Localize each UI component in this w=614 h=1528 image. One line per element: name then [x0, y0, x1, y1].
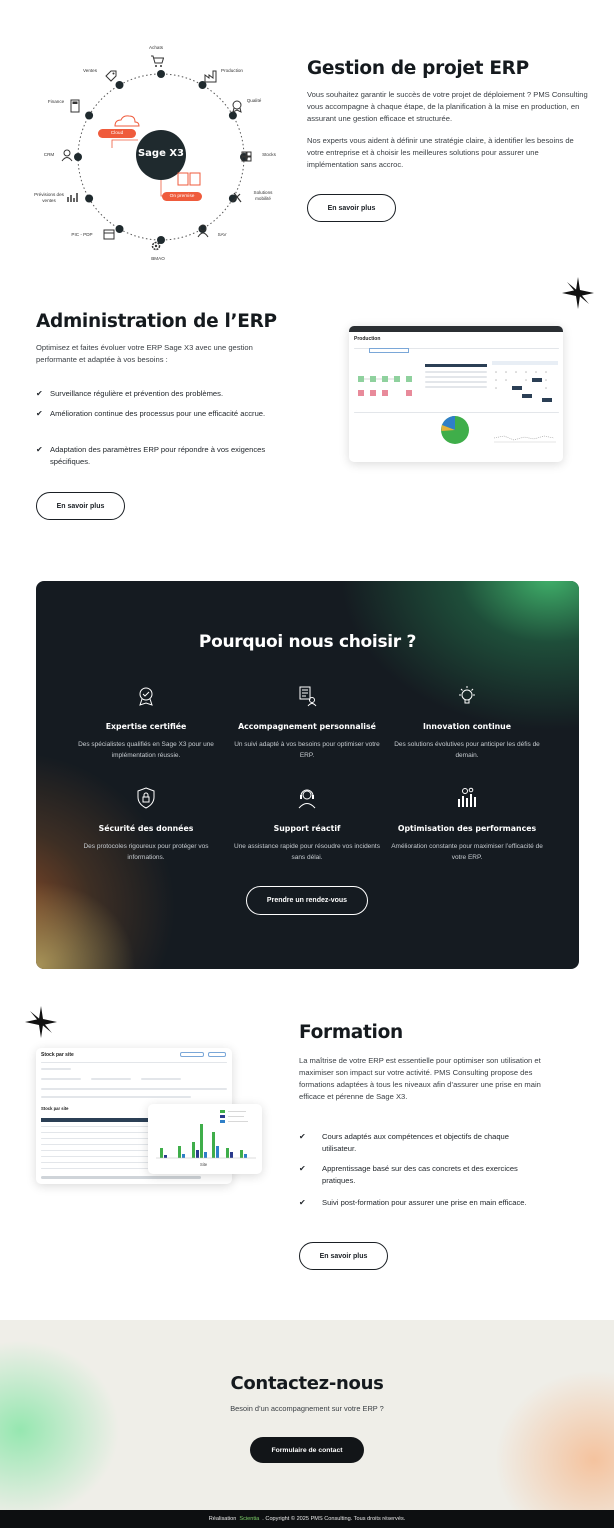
- node-label-pic-pdp: PIC - PDP: [71, 232, 93, 237]
- sparkle-icon: [25, 1006, 57, 1038]
- erp-diagram: Sage X3 Cloud On premise Achats Producti…: [34, 40, 280, 270]
- stock-screenshot-title: Stock par site: [41, 1052, 74, 1058]
- feature-expertise: Expertise certifiée Des spécialistes qua…: [66, 685, 226, 761]
- why-title: Pourquoi nous choisir ?: [198, 632, 417, 652]
- headset-agent-icon: [298, 789, 316, 809]
- performance-chart-icon: [458, 787, 476, 807]
- contact-form-button[interactable]: Formulaire de contact: [250, 1437, 364, 1463]
- sales-forecast-icon: [66, 190, 80, 204]
- stock-bar-chart-card: Site: [148, 1104, 262, 1174]
- feature-optimisation: Optimisation des performances Améliorati…: [387, 787, 547, 863]
- gestion-learn-more-button[interactable]: En savoir plus: [307, 194, 396, 222]
- production-screenshot: Production: [349, 326, 563, 462]
- sage-x3-label: Sage X3: [137, 148, 185, 159]
- formation-learn-more-button[interactable]: En savoir plus: [299, 1242, 388, 1270]
- check-icon: ✔: [299, 1198, 306, 1207]
- sales-tag-icon: [104, 69, 118, 83]
- gestion-title: Gestion de projet ERP: [307, 58, 529, 79]
- administration-item: ✔ Surveillance régulière et prévention de…: [36, 389, 224, 398]
- administration-title: Administration de l’ERP: [36, 311, 277, 332]
- node-label-previsions-ventes: Prévisions des ventes: [34, 192, 64, 203]
- feature-support: Support réactif Une assistance rapide po…: [227, 787, 387, 863]
- production-screenshot-title: Production: [354, 336, 381, 342]
- gestion-paragraph-2: Nos experts vous aident à définir une st…: [307, 136, 574, 169]
- node-label-achats: Achats: [148, 45, 164, 50]
- check-icon: ✔: [36, 445, 43, 454]
- node-label-stocks: Stocks: [262, 152, 276, 157]
- lightbulb-icon: [459, 686, 475, 704]
- stock-table-title: Stock par site: [41, 1106, 69, 1111]
- footer-copyright: . Copyright © 2025 PMS Consulting. Tous …: [262, 1516, 406, 1522]
- administration-item: ✔ Amélioration continue des processus pou…: [36, 409, 266, 418]
- stock-chart-axis-label: Site: [200, 1162, 208, 1167]
- contact-subtitle: Besoin d’un accompagnement sur votre ERP…: [230, 1404, 384, 1413]
- administration-learn-more-button[interactable]: En savoir plus: [36, 492, 125, 520]
- administration-intro: Optimisez et faites évoluer votre ERP Sa…: [36, 343, 253, 364]
- cloud-tag: Cloud: [98, 129, 136, 138]
- check-icon: ✔: [36, 409, 43, 418]
- stock-boxes-icon: [241, 150, 255, 164]
- node-label-ventes: Ventes: [82, 68, 98, 73]
- node-label-bmao: BMAO: [151, 256, 165, 261]
- maintenance-gear-icon: [149, 239, 163, 253]
- node-label-crm: CRM: [43, 152, 55, 157]
- footer-prefix: Réalisation: [208, 1516, 237, 1522]
- formation-item: ✔ Apprentissage basé sur des cas concrets…: [299, 1164, 518, 1185]
- on-premise-tag: On premise: [162, 192, 202, 201]
- crm-user-icon: [60, 148, 74, 162]
- shopping-cart-icon: [150, 54, 165, 68]
- check-icon: ✔: [299, 1164, 306, 1173]
- sparkle-icon: [562, 277, 594, 309]
- formation-title: Formation: [299, 1022, 403, 1043]
- contact-title: Contactez-nous: [230, 1373, 384, 1394]
- certified-badge-icon: [139, 687, 153, 706]
- check-icon: ✔: [299, 1132, 306, 1141]
- technician-icon: [196, 224, 210, 238]
- node-label-production: Production: [221, 68, 243, 73]
- footer-brand-link[interactable]: Scientia: [239, 1516, 259, 1522]
- finance-calculator-icon: [68, 99, 82, 113]
- node-label-qualite: Qualité: [246, 98, 262, 103]
- feature-securite: Sécurité des données Des protocoles rigo…: [66, 787, 226, 863]
- gestion-paragraph-1: Vous souhaitez garantir le succès de vot…: [307, 90, 588, 123]
- formation-intro: La maîtrise de votre ERP est essentielle…: [299, 1056, 541, 1101]
- production-pie-chart: [441, 416, 469, 444]
- planning-icon: [102, 227, 116, 241]
- node-label-sav: SAV: [217, 232, 227, 237]
- feature-innovation: Innovation continue Des solutions évolut…: [387, 685, 547, 761]
- node-label-finance: Finance: [47, 99, 65, 104]
- administration-item: ✔ Adaptation des paramètres ERP pour répo…: [36, 445, 266, 466]
- node-label-solutions-mobilite: Solutions mobilité: [253, 190, 273, 201]
- formation-item: ✔ Suivi post-formation pour assurer une p…: [299, 1198, 527, 1207]
- feature-accompagnement: Accompagnement personnalisé Un suivi ada…: [227, 685, 387, 761]
- why-choose-us-section: Pourquoi nous choisir ? Expertise certif…: [36, 581, 579, 969]
- mobile-tools-icon: [230, 190, 244, 204]
- contact-section: Contactez-nous Besoin d’un accompagnemen…: [0, 1320, 614, 1510]
- personal-support-icon: [299, 686, 317, 707]
- formation-item: ✔ Cours adaptés aux compétences et object…: [299, 1132, 510, 1153]
- shield-lock-icon: [137, 787, 155, 809]
- check-icon: ✔: [36, 389, 43, 398]
- book-appointment-button[interactable]: Prendre un rendez-vous: [246, 886, 368, 915]
- footer: Réalisation Scientia . Copyright © 2025 …: [0, 1510, 614, 1528]
